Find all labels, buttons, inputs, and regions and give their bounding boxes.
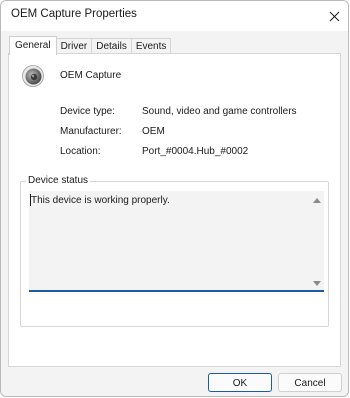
tab-general[interactable]: General	[9, 36, 57, 55]
window-title: OEM Capture Properties	[11, 8, 137, 20]
scroll-up-arrow-icon[interactable]	[313, 198, 321, 203]
close-button[interactable]	[320, 1, 348, 31]
location-label: Location:	[60, 146, 101, 157]
device-status-group: Device status This device is working pro…	[20, 175, 329, 327]
properties-dialog: OEM Capture Properties General Driver De…	[0, 0, 349, 397]
cancel-button[interactable]: Cancel	[278, 373, 342, 392]
ok-button[interactable]: OK	[208, 373, 272, 392]
manufacturer-value: OEM	[142, 126, 165, 137]
device-type-value: Sound, video and game controllers	[142, 106, 297, 117]
speaker-icon	[22, 65, 44, 87]
title-bar[interactable]: OEM Capture Properties	[1, 1, 348, 31]
device-status-text: This device is working properly.	[31, 195, 170, 206]
close-icon	[329, 11, 339, 21]
location-value: Port_#0004.Hub_#0002	[142, 146, 249, 157]
general-tab-panel: OEM Capture Device type: Sound, video an…	[8, 53, 341, 367]
manufacturer-label: Manufacturer:	[60, 126, 122, 137]
device-type-label: Device type:	[60, 106, 116, 117]
scroll-down-arrow-icon[interactable]	[313, 281, 321, 286]
status-scrollbar[interactable]	[310, 191, 324, 290]
dialog-client-area: General Driver Details Events OEM Captur…	[1, 31, 348, 396]
device-status-legend: Device status	[26, 175, 91, 186]
device-status-textbox[interactable]: This device is working properly.	[29, 191, 324, 292]
device-name: OEM Capture	[60, 70, 122, 81]
tab-strip: General Driver Details Events	[9, 36, 172, 55]
